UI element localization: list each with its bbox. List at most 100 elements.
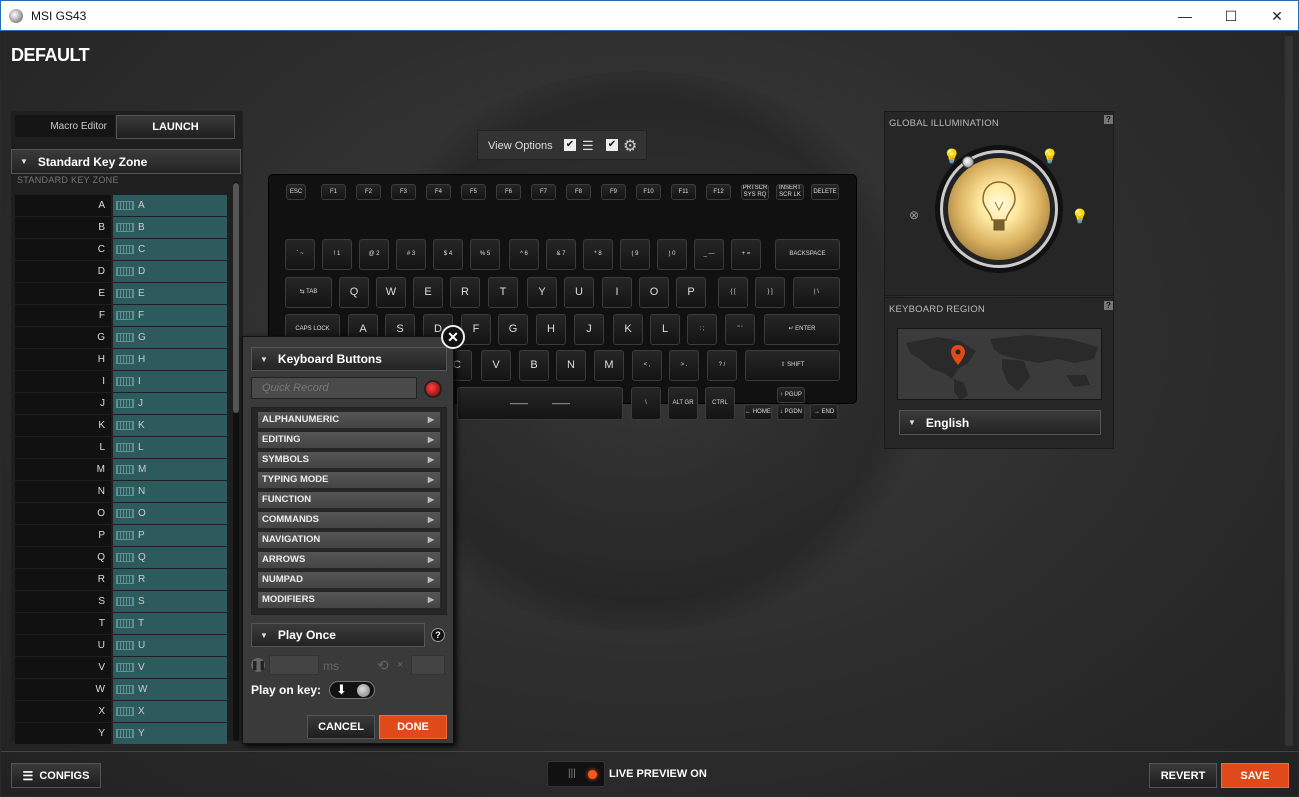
key-y[interactable]: Y	[527, 277, 557, 308]
key-j[interactable]: J	[574, 314, 604, 345]
view-checkbox-1[interactable]: ✔	[564, 139, 576, 151]
key-f5[interactable]: F5	[461, 184, 486, 200]
key-rbracket[interactable]: } ]	[755, 277, 785, 308]
language-dropdown[interactable]: ▼ English	[899, 410, 1101, 435]
key-i[interactable]: I	[602, 277, 632, 308]
category-item[interactable]: TYPING MODE ▶	[258, 472, 440, 488]
key-o[interactable]: O	[639, 277, 669, 308]
world-map[interactable]	[897, 328, 1102, 400]
category-item[interactable]: SYMBOLS ▶	[258, 452, 440, 468]
key-n6[interactable]: ^ 6	[509, 239, 539, 270]
category-item[interactable]: COMMANDS ▶	[258, 512, 440, 528]
category-item[interactable]: EDITING ▶	[258, 432, 440, 448]
key-f4[interactable]: F4	[426, 184, 451, 200]
key-mapping-row[interactable]: FF	[15, 305, 227, 326]
key-mapping-row[interactable]: TT	[15, 613, 227, 634]
key-n3[interactable]: # 3	[396, 239, 426, 270]
key-backslash2[interactable]: \	[631, 387, 661, 420]
key-end[interactable]: → END	[810, 404, 838, 420]
view-checkbox-2[interactable]: ✔	[606, 139, 618, 151]
play-mode-dropdown[interactable]: ▼ Play Once	[251, 623, 425, 647]
key-mapping-row[interactable]: MM	[15, 459, 227, 480]
key-q[interactable]: Q	[339, 277, 369, 308]
key-list-scroll-thumb[interactable]	[233, 183, 239, 413]
mapped-key[interactable]: Q	[113, 547, 227, 568]
close-popup-icon[interactable]: ✕	[441, 325, 465, 349]
mapped-key[interactable]: F	[113, 305, 227, 326]
key-n7[interactable]: & 7	[546, 239, 576, 270]
key-b[interactable]: B	[519, 350, 549, 381]
key-f2[interactable]: F2	[356, 184, 381, 200]
key-w[interactable]: W	[376, 277, 406, 308]
list-icon[interactable]: ☰	[582, 138, 594, 154]
key-mapping-row[interactable]: XX	[15, 701, 227, 722]
mapped-key[interactable]: A	[113, 195, 227, 216]
key-e[interactable]: E	[413, 277, 443, 308]
key-backslash[interactable]: | \	[793, 277, 840, 308]
key-n9[interactable]: ( 9	[620, 239, 650, 270]
category-item[interactable]: ARROWS ▶	[258, 552, 440, 568]
maximize-button[interactable]: ☐	[1208, 1, 1254, 31]
live-preview-toggle[interactable]: |||	[547, 761, 605, 787]
key-mapping-row[interactable]: VV	[15, 657, 227, 678]
key-pgup[interactable]: ↑ PGUP	[777, 387, 805, 403]
mapped-key[interactable]: B	[113, 217, 227, 238]
mapped-key[interactable]: H	[113, 349, 227, 370]
key-backspace[interactable]: BACKSPACE	[775, 239, 840, 270]
done-button[interactable]: DONE	[379, 715, 447, 739]
key-mapping-row[interactable]: AA	[15, 195, 227, 216]
delay-ms-input[interactable]	[269, 655, 319, 675]
key-n2[interactable]: @ 2	[359, 239, 389, 270]
key-l[interactable]: L	[650, 314, 680, 345]
key-k[interactable]: K	[613, 314, 643, 345]
repeat-count-input[interactable]	[411, 655, 445, 675]
brightness-knob[interactable]	[962, 156, 974, 168]
key-pgdn[interactable]: ↓ PGDN	[777, 404, 805, 420]
category-item[interactable]: MODIFIERS ▶	[258, 592, 440, 608]
key-f11[interactable]: F11	[671, 184, 696, 200]
category-item[interactable]: NAVIGATION ▶	[258, 532, 440, 548]
category-item[interactable]: ALPHANUMERIC ▶	[258, 412, 440, 428]
mapped-key[interactable]: N	[113, 481, 227, 502]
action-type-dropdown[interactable]: ▼ Keyboard Buttons	[251, 347, 447, 371]
key-mapping-row[interactable]: WW	[15, 679, 227, 700]
key-enter[interactable]: ↵ ENTER	[764, 314, 840, 345]
key-f8[interactable]: F8	[566, 184, 591, 200]
key-n0[interactable]: ) 0	[657, 239, 687, 270]
key-u[interactable]: U	[564, 277, 594, 308]
key-mapping-row[interactable]: PP	[15, 525, 227, 546]
mapped-key[interactable]: I	[113, 371, 227, 392]
key-r[interactable]: R	[450, 277, 480, 308]
key-mapping-row[interactable]: JJ	[15, 393, 227, 414]
key-f3[interactable]: F3	[391, 184, 416, 200]
key-mapping-row[interactable]: BB	[15, 217, 227, 238]
key-equals[interactable]: + =	[731, 239, 761, 270]
mapped-key[interactable]: U	[113, 635, 227, 656]
mapped-key[interactable]: X	[113, 701, 227, 722]
key-mapping-row[interactable]: UU	[15, 635, 227, 656]
key-mapping-row[interactable]: HH	[15, 349, 227, 370]
mapped-key[interactable]: M	[113, 459, 227, 480]
mapped-key[interactable]: G	[113, 327, 227, 348]
mapped-key[interactable]: D	[113, 261, 227, 282]
key-mapping-row[interactable]: EE	[15, 283, 227, 304]
key-p[interactable]: P	[676, 277, 706, 308]
mapped-key[interactable]: C	[113, 239, 227, 260]
help-icon[interactable]: ?	[1104, 115, 1113, 124]
mapped-key[interactable]: V	[113, 657, 227, 678]
key-mapping-row[interactable]: CC	[15, 239, 227, 260]
key-mapping-row[interactable]: GG	[15, 327, 227, 348]
key-n1[interactable]: ! 1	[322, 239, 352, 270]
key-tab[interactable]: ⇆ TAB	[285, 277, 332, 308]
key-n5[interactable]: % 5	[470, 239, 500, 270]
key-mapping-row[interactable]: NN	[15, 481, 227, 502]
key-t[interactable]: T	[488, 277, 518, 308]
close-button[interactable]: ✕	[1254, 1, 1299, 31]
revert-button[interactable]: REVERT	[1149, 763, 1217, 788]
key-mapping-row[interactable]: RR	[15, 569, 227, 590]
mapped-key[interactable]: S	[113, 591, 227, 612]
key-slash[interactable]: ? /	[707, 350, 737, 381]
mapped-key[interactable]: K	[113, 415, 227, 436]
key-v[interactable]: V	[481, 350, 511, 381]
gear-icon[interactable]: ⚙	[623, 136, 637, 156]
